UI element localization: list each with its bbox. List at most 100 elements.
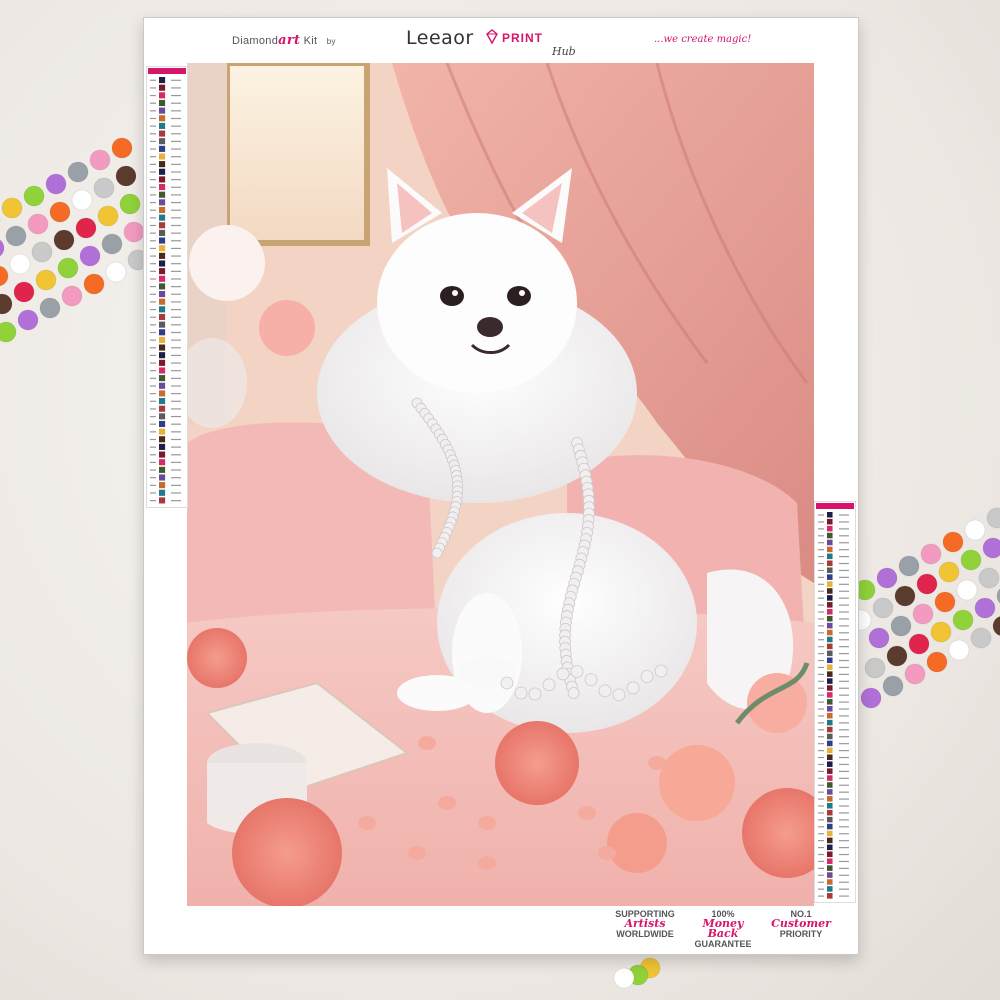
- legend-number: [150, 438, 156, 441]
- legend-code: [171, 201, 181, 204]
- pearl: [640, 670, 654, 683]
- bead: [101, 233, 123, 255]
- petal: [478, 856, 496, 870]
- legend-swatch: [827, 671, 833, 677]
- badge-supporting-artists: SUPPORTING Artists WORLDWIDE: [609, 909, 681, 939]
- bead: [0, 293, 13, 315]
- legend-code: [839, 618, 849, 620]
- legend-swatch: [827, 622, 833, 629]
- header-bar: Diamondart Kit by Leeaor PRINT Hub ...we…: [144, 18, 858, 63]
- legend-code: [839, 805, 849, 807]
- legend-number: [818, 888, 824, 890]
- bead: [886, 645, 908, 667]
- legend-code: [171, 171, 181, 173]
- legend-swatch: [159, 130, 166, 137]
- legend-number: [818, 576, 824, 578]
- legend-code: [171, 156, 181, 158]
- legend-swatch: [159, 428, 166, 435]
- legend-number: [818, 562, 824, 565]
- legend-code: [839, 555, 849, 558]
- legend-swatch: [159, 122, 166, 129]
- legend-code: [839, 659, 849, 662]
- legend-number: [818, 763, 824, 766]
- legend-code: [171, 194, 181, 196]
- petal: [578, 806, 596, 820]
- bead: [952, 609, 974, 631]
- legend-number: [818, 521, 824, 523]
- legend-swatch: [827, 782, 833, 788]
- bead: [860, 687, 882, 709]
- bead: [908, 633, 930, 655]
- pearl: [528, 687, 542, 701]
- legend-number: [150, 354, 156, 357]
- legend-number: [818, 528, 824, 530]
- legend-swatch: [827, 581, 833, 587]
- legend-code: [839, 604, 849, 606]
- legend-number: [150, 331, 156, 334]
- bead: [930, 621, 952, 643]
- legend-number: [818, 729, 824, 731]
- bead: [23, 185, 45, 207]
- legend-swatch: [159, 275, 166, 282]
- legend-number: [150, 316, 156, 318]
- bead: [49, 201, 71, 223]
- bead: [970, 627, 992, 649]
- legend-code: [839, 666, 849, 669]
- legend-number: [150, 347, 156, 349]
- legend-swatch: [159, 138, 166, 145]
- legend-code: [171, 484, 181, 486]
- diamond-logo-icon: [486, 29, 498, 45]
- legend-number: [150, 286, 156, 288]
- legend-code: [171, 301, 181, 303]
- legend-number: [818, 770, 824, 772]
- legend-number: [818, 701, 824, 703]
- legend-swatch: [159, 329, 166, 336]
- legend-swatch: [159, 84, 166, 91]
- legend-swatch: [827, 539, 833, 546]
- brand-print: PRINT: [502, 31, 543, 45]
- legend-number: [150, 232, 156, 234]
- legend-number: [818, 590, 824, 592]
- bead: [926, 651, 948, 673]
- legend-swatch: [827, 706, 833, 712]
- legend-code: [839, 784, 849, 786]
- bead: [613, 967, 635, 989]
- bead: [0, 265, 9, 287]
- legend-swatch: [827, 719, 833, 726]
- legend-code: [839, 652, 849, 655]
- legend-code: [171, 446, 181, 448]
- legend-code: [171, 79, 181, 81]
- legend-swatch: [827, 518, 833, 525]
- legend-number: [818, 659, 824, 662]
- badge3-script: Customer: [771, 917, 831, 930]
- legend-number: [150, 308, 156, 311]
- legend-swatch: [159, 237, 166, 244]
- legend-swatch: [827, 837, 833, 844]
- legend-code: [839, 756, 849, 759]
- bead: [111, 137, 133, 159]
- legend-swatch: [827, 629, 833, 636]
- legend-swatch: [827, 692, 833, 698]
- legend-number: [150, 102, 156, 104]
- brand-by: by: [326, 37, 336, 46]
- legend-swatch: [159, 321, 166, 328]
- badge1-script: Artists: [624, 917, 666, 930]
- legend-code: [839, 590, 849, 592]
- legend-swatch: [827, 768, 833, 774]
- legend-swatch: [827, 636, 833, 643]
- legend-code: [839, 569, 849, 572]
- bead: [119, 193, 141, 215]
- legend-code: [171, 308, 181, 311]
- legend-number: [150, 87, 156, 89]
- legend-number: [150, 79, 156, 81]
- petal: [648, 756, 666, 770]
- bead: [964, 519, 986, 541]
- legend-number: [818, 805, 824, 807]
- legend-swatch: [827, 726, 833, 733]
- legend-swatch: [159, 443, 166, 450]
- legend-number: [818, 542, 824, 544]
- legend-code: [839, 881, 849, 883]
- legend-code: [839, 853, 849, 856]
- legend-code: [839, 611, 849, 613]
- legend-number: [818, 569, 824, 572]
